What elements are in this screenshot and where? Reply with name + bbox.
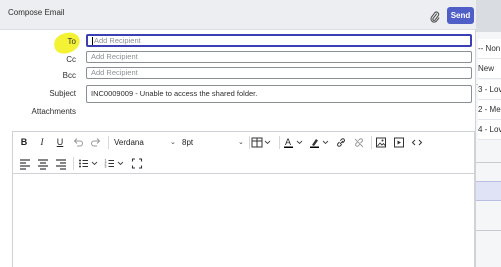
send-button[interactable]: Send [447, 7, 474, 24]
numbered-list-icon[interactable]: 123 [104, 157, 126, 170]
font-size-select[interactable]: 8pt ⌄ [182, 136, 244, 149]
align-left-icon[interactable] [19, 157, 31, 170]
divider [249, 136, 250, 149]
image-icon[interactable] [375, 136, 387, 149]
align-center-icon[interactable] [37, 157, 49, 170]
source-code-icon[interactable] [411, 136, 423, 149]
background-selected-row[interactable] [476, 181, 501, 201]
bcc-label: Bcc [62, 71, 76, 80]
divider [108, 136, 109, 149]
unlink-icon[interactable] [353, 136, 365, 149]
align-right-icon[interactable] [55, 157, 67, 170]
highlight-color-icon[interactable] [309, 136, 331, 149]
redo-icon[interactable] [90, 136, 102, 149]
chevron-down-icon: ⌄ [170, 139, 176, 146]
divider [476, 230, 501, 231]
divider [279, 136, 280, 149]
italic-button[interactable]: I [37, 136, 47, 149]
background-list-item[interactable]: 2 - Me [478, 100, 501, 120]
undo-icon[interactable] [72, 136, 84, 149]
font-family-value: Verdana [114, 138, 144, 147]
bcc-field[interactable]: Add Recipient [86, 67, 472, 79]
bcc-placeholder: Add Recipient [91, 68, 138, 77]
video-icon[interactable] [393, 136, 405, 149]
dialog-title: Compose Email [8, 8, 65, 17]
to-label: To [67, 37, 76, 46]
subject-label: Subject [49, 89, 76, 98]
to-placeholder: Add Recipient [94, 36, 141, 45]
bullet-list-icon[interactable] [78, 157, 100, 170]
text-caret [92, 37, 93, 46]
editor-toolbar-row: B I U Verdana ⌄ 8pt ⌄ A [13, 132, 474, 153]
paperclip-icon[interactable] [430, 10, 440, 23]
cc-label: Cc [66, 55, 76, 64]
link-icon[interactable] [335, 136, 347, 149]
background-list-item[interactable]: 4 - Lov [478, 120, 501, 140]
editor-toolbar-row: 123 [13, 153, 474, 174]
dialog-header: Compose Email Send [0, 0, 476, 30]
bold-button[interactable]: B [19, 136, 29, 149]
divider [73, 157, 74, 170]
subject-field[interactable]: INC0009009 - Unable to access the shared… [86, 85, 472, 103]
svg-text:A: A [285, 137, 291, 147]
cc-placeholder: Add Recipient [91, 52, 138, 61]
background-list-item[interactable]: -- Non [478, 39, 501, 59]
background-list-item[interactable]: 3 - Lov [478, 80, 501, 100]
rich-text-editor: B I U Verdana ⌄ 8pt ⌄ A 1 2 3 [12, 131, 475, 267]
compose-email-dialog: Compose Email Send To Add Recipient Cc A… [0, 0, 476, 267]
font-size-value: 8pt [182, 138, 194, 147]
font-family-select[interactable]: Verdana ⌄ [114, 136, 176, 149]
text-color-icon[interactable]: A [283, 136, 305, 149]
divider [476, 162, 501, 163]
attachments-label: Attachments [31, 107, 76, 116]
cc-field[interactable]: Add Recipient [86, 51, 472, 63]
fullscreen-icon[interactable] [131, 157, 143, 170]
editor-body[interactable] [13, 175, 474, 267]
underline-button[interactable]: U [55, 136, 65, 149]
svg-text:3: 3 [105, 165, 107, 169]
background-header [476, 0, 501, 32]
background-app-panel: -- Non New 3 - Lov 2 - Me 4 - Lov [476, 0, 501, 267]
divider [371, 136, 372, 149]
to-field[interactable]: Add Recipient [86, 34, 472, 47]
table-icon[interactable] [251, 136, 273, 149]
chevron-down-icon: ⌄ [238, 139, 244, 146]
background-list-item[interactable]: New [478, 59, 501, 79]
